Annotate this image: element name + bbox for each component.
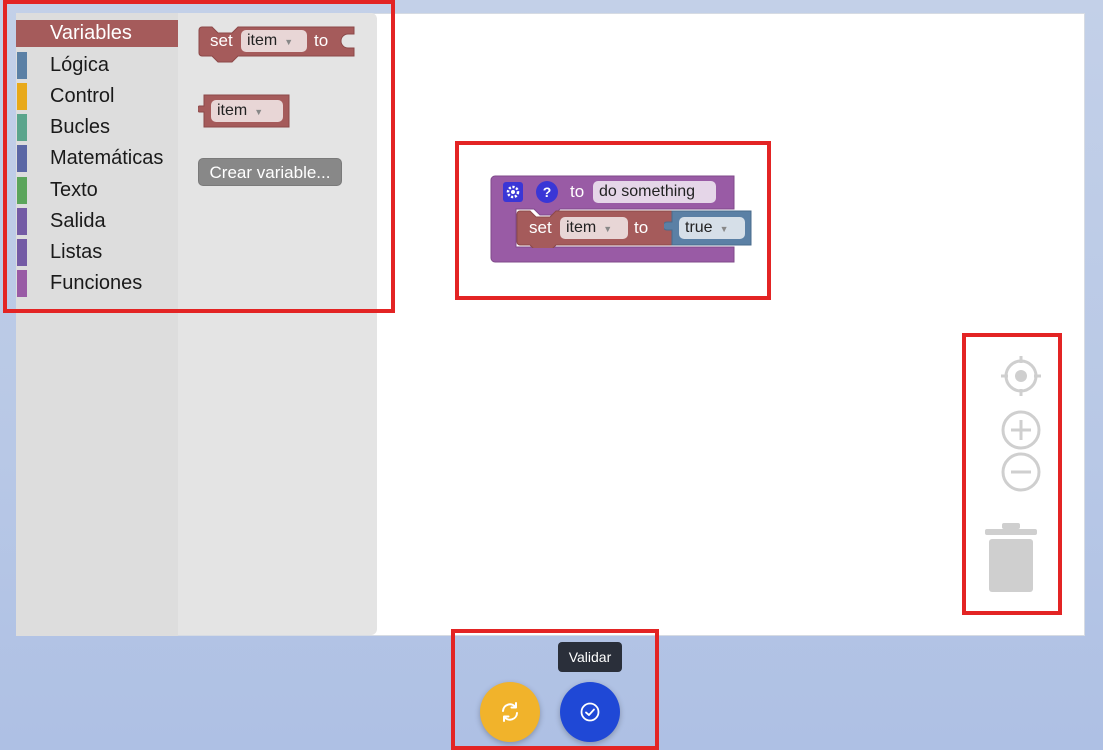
to-keyword: to xyxy=(570,182,585,201)
check-circle-icon xyxy=(580,702,600,722)
category-label: Texto xyxy=(50,179,98,201)
highlight-box-actions xyxy=(451,629,659,750)
category-color-swatch xyxy=(17,177,27,204)
flyout-get-variable-block[interactable]: item ▼ xyxy=(198,94,290,128)
category-logica[interactable]: Lógica xyxy=(16,52,178,79)
variable-dropdown[interactable]: item ▼ xyxy=(241,30,307,52)
canvas-set-variable-block[interactable]: set item ▼ to xyxy=(516,210,678,248)
category-funciones[interactable]: Funciones xyxy=(16,270,178,297)
set-keyword: set xyxy=(210,31,233,50)
category-color-swatch xyxy=(17,20,27,47)
category-control[interactable]: Control xyxy=(16,83,178,110)
category-salida[interactable]: Salida xyxy=(16,208,178,235)
set-keyword: set xyxy=(529,218,552,237)
boolean-dropdown[interactable]: true ▼ xyxy=(679,217,745,239)
category-label: Listas xyxy=(50,241,103,263)
toolbox-category-panel: Variables Lógica Control Bucles Matemáti… xyxy=(16,13,178,636)
category-listas[interactable]: Listas xyxy=(16,239,178,266)
category-color-swatch xyxy=(17,83,27,110)
category-variables[interactable]: Variables xyxy=(16,20,178,47)
to-keyword: to xyxy=(634,218,649,237)
trash-icon[interactable] xyxy=(984,522,1038,594)
function-name-field[interactable]: do something xyxy=(593,181,716,203)
create-variable-button[interactable]: Crear variable... xyxy=(198,158,342,186)
category-texto[interactable]: Texto xyxy=(16,177,178,204)
category-label: Control xyxy=(50,85,115,107)
validate-tooltip: Validar xyxy=(558,642,622,672)
category-bucles[interactable]: Bucles xyxy=(16,114,178,141)
gear-icon[interactable] xyxy=(503,182,523,202)
help-icon[interactable]: ? xyxy=(536,181,558,203)
reset-button[interactable] xyxy=(480,682,540,742)
category-color-swatch xyxy=(17,52,27,79)
zoom-out-icon[interactable] xyxy=(1000,451,1042,493)
recenter-icon[interactable] xyxy=(1000,355,1042,397)
category-label: Salida xyxy=(50,210,106,232)
category-color-swatch xyxy=(17,208,27,235)
category-label: Matemáticas xyxy=(50,147,164,169)
category-color-swatch xyxy=(17,114,27,141)
validate-button[interactable] xyxy=(560,682,620,742)
category-color-swatch xyxy=(17,270,27,297)
category-label: Variables xyxy=(50,22,132,44)
to-keyword: to xyxy=(314,31,329,50)
category-color-swatch xyxy=(17,239,27,266)
zoom-in-icon[interactable] xyxy=(1000,409,1042,451)
variable-dropdown[interactable]: item ▼ xyxy=(211,100,283,122)
category-color-swatch xyxy=(17,145,27,172)
category-label: Bucles xyxy=(50,116,111,138)
variable-dropdown[interactable]: item ▼ xyxy=(560,217,628,239)
flyout-set-variable-block[interactable]: set item ▼ to xyxy=(198,25,356,63)
category-matematicas[interactable]: Matemáticas xyxy=(16,145,178,172)
refresh-icon xyxy=(502,702,518,722)
category-label: Lógica xyxy=(50,54,109,76)
category-label: Funciones xyxy=(50,272,143,294)
logic-boolean-block[interactable]: true ▼ xyxy=(664,210,752,246)
